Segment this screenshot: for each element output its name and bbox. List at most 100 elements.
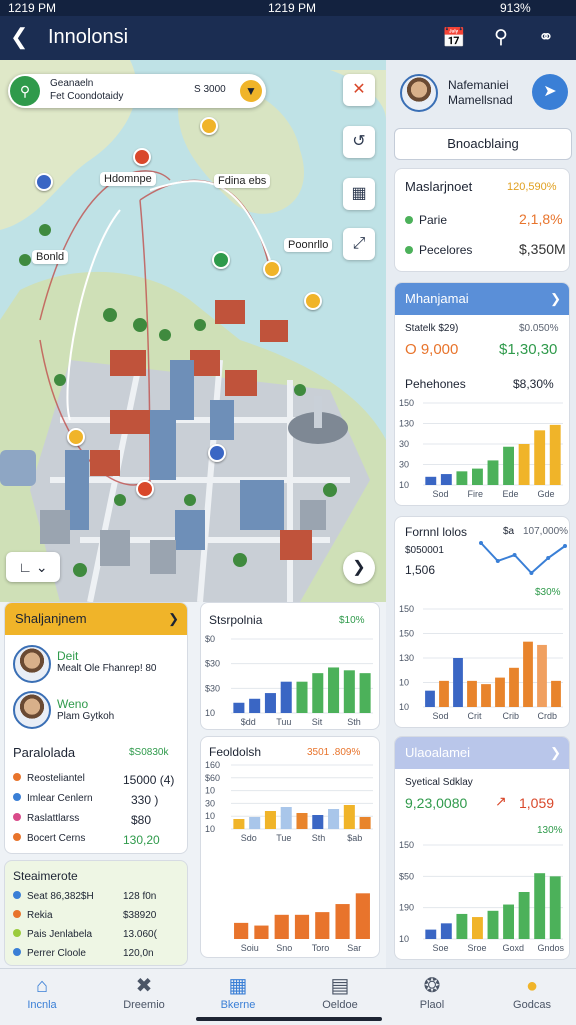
chart-bar [503,446,514,485]
chart-bar [359,673,371,713]
map-pin[interactable] [263,260,281,278]
calendar-icon[interactable]: ▦ [343,178,375,210]
chart-card-bottom: Feoldolsh 3501 .809% 160 $60 10 30 10 10 Sdo Tu… [200,736,380,958]
stats-item-value: 13.060( [123,929,157,940]
chart-bar [296,681,308,713]
nav-item-compass[interactable]: ❂ Plaol [392,973,472,1011]
x-tick-label: Sno [276,943,292,953]
chart-bar [487,460,499,485]
chart-bar [534,873,546,939]
summary-row-label: Pecelores [419,243,473,257]
stats-item-value: 128 f0n [123,891,157,902]
panel-c-row1-right: 1,059 [519,795,555,811]
search-line2: Fet Coondotaidy [50,91,124,102]
y-tick-label: $50 [399,871,414,881]
map-label-b: Fdina ebs [214,174,271,188]
search-line1: Geanaeln [50,78,94,89]
share-icon[interactable]: ⚭ [538,26,554,49]
chart-bar [495,677,505,707]
map-pin[interactable] [136,480,154,498]
dot-icon [13,793,21,801]
bulb-icon: ● [525,975,539,997]
panel-c-header[interactable]: Ulaoalamei ❯ [395,737,569,769]
map-search-box[interactable]: ⚲ Geanaeln Fet Coondotaidy S 3000 ▼ [8,74,266,108]
chart-bar [280,681,292,713]
y-tick-label: 10 [399,678,409,688]
list-value: $S0830k [129,747,169,758]
panel-b-title: Fornnl lolos [405,525,468,539]
map-pin[interactable] [200,117,218,135]
profile-name: Nafemaniei [448,78,509,92]
y-tick-label: 160 [205,761,220,770]
avatar[interactable] [13,691,51,729]
home-icon: ⌂ [35,975,49,997]
x-tick-label: Crit [468,711,482,721]
map-canvas [0,60,386,602]
y-tick-label: $30 [205,659,220,669]
y-tick-label: 150 [399,398,414,408]
back-icon[interactable]: ❮ [10,24,28,50]
map-pin[interactable] [133,148,151,166]
city-map[interactable]: ⚲ Geanaeln Fet Coondotaidy S 3000 ▼ Hdom… [0,60,386,602]
x-tick-label: Sth [312,833,326,843]
calendar-icon[interactable]: 📅 [442,26,466,50]
panel-c-pct: 130% [537,825,563,836]
y-tick-label: 10 [205,786,215,796]
team-card-header[interactable]: Shaljanjnem ❯ [5,603,187,635]
list-item-label: Raslattlarss [27,813,80,824]
filter-icon[interactable]: ▼ [240,80,262,102]
nav-label: Bkerne [220,999,256,1011]
panel-a: Mhanjamai ❯ Statelk $29) $0.050% O 9,000 … [394,282,570,506]
chart-top-value: $10% [339,615,365,626]
dot-icon [405,246,413,254]
chart-bar [537,644,547,707]
dot-icon [13,833,21,841]
panel-b-sparkline [479,541,567,575]
nav-item-bulb[interactable]: ● Godcas [492,973,572,1011]
nav-item-home[interactable]: ⌂ Incnla [2,973,82,1011]
y-tick-label: 150 [399,840,414,850]
team-card: Shaljanjnem ❯ Deit Mealt Ole Fhanrep! 80 … [4,602,188,854]
sparkline-point [563,544,567,548]
x-tick-label: Gndos [538,943,565,953]
nav-item-briefcase[interactable]: ▤ Oeldoe [300,973,380,1011]
map-pin[interactable] [212,251,230,269]
list-item: Raslattlarss [13,813,79,824]
chart-bar [467,680,477,707]
summary-row: Parie [405,213,447,227]
map-pin[interactable] [67,428,85,446]
x-tick-label: Sdo [241,833,257,843]
y-tick-label: 10 [399,702,409,712]
page-title: Innolonsi [48,26,129,48]
collapse-toggle[interactable]: ∟ ⌄ [6,552,60,582]
expand-icon[interactable]: ⤢ [343,228,375,260]
map-pin[interactable] [208,444,226,462]
chevron-right-icon: ❯ [550,291,561,306]
panel-a-row1-right: $0.050% [519,323,559,334]
panel-c-header-label: Ulaoalamei [405,745,471,760]
chart-bar [264,693,276,713]
panel-c-chart: 150 $50 190 10 Soe Sroe Goxd Gndos [399,840,565,953]
chart-bar [439,680,449,707]
dot-icon [13,929,21,937]
navigate-button[interactable]: ➤ [532,74,568,110]
nav-item-tools[interactable]: ✖ Dreemio [104,973,184,1011]
y-tick-label: 130 [399,653,414,663]
search-icon[interactable]: ⚲ [494,26,508,49]
nav-item-calendar[interactable]: ▦ Bkerne [198,973,278,1011]
chevron-right-icon: ❯ [168,611,179,626]
route-icon[interactable]: ↺ [343,126,375,158]
avatar[interactable] [400,74,438,112]
avatar[interactable] [13,645,51,683]
x-tick-label: Sth [347,717,361,727]
layers-icon[interactable]: ✕ [343,74,375,106]
broadcast-button[interactable]: Bnoacblaing [394,128,572,160]
chart-bar [425,690,435,707]
chevron-right-icon: ❯ [550,745,561,760]
panel-a-header[interactable]: Mhanjamai ❯ [395,283,569,315]
list-title: Paralolada [13,745,76,760]
right-panel: Nafemaniei Mamellsnad ➤ Bnoacblaing Masl… [386,60,576,968]
map-pin[interactable] [304,292,322,310]
map-pin[interactable] [35,173,53,191]
next-arrow-icon[interactable]: ❯ [343,552,375,584]
